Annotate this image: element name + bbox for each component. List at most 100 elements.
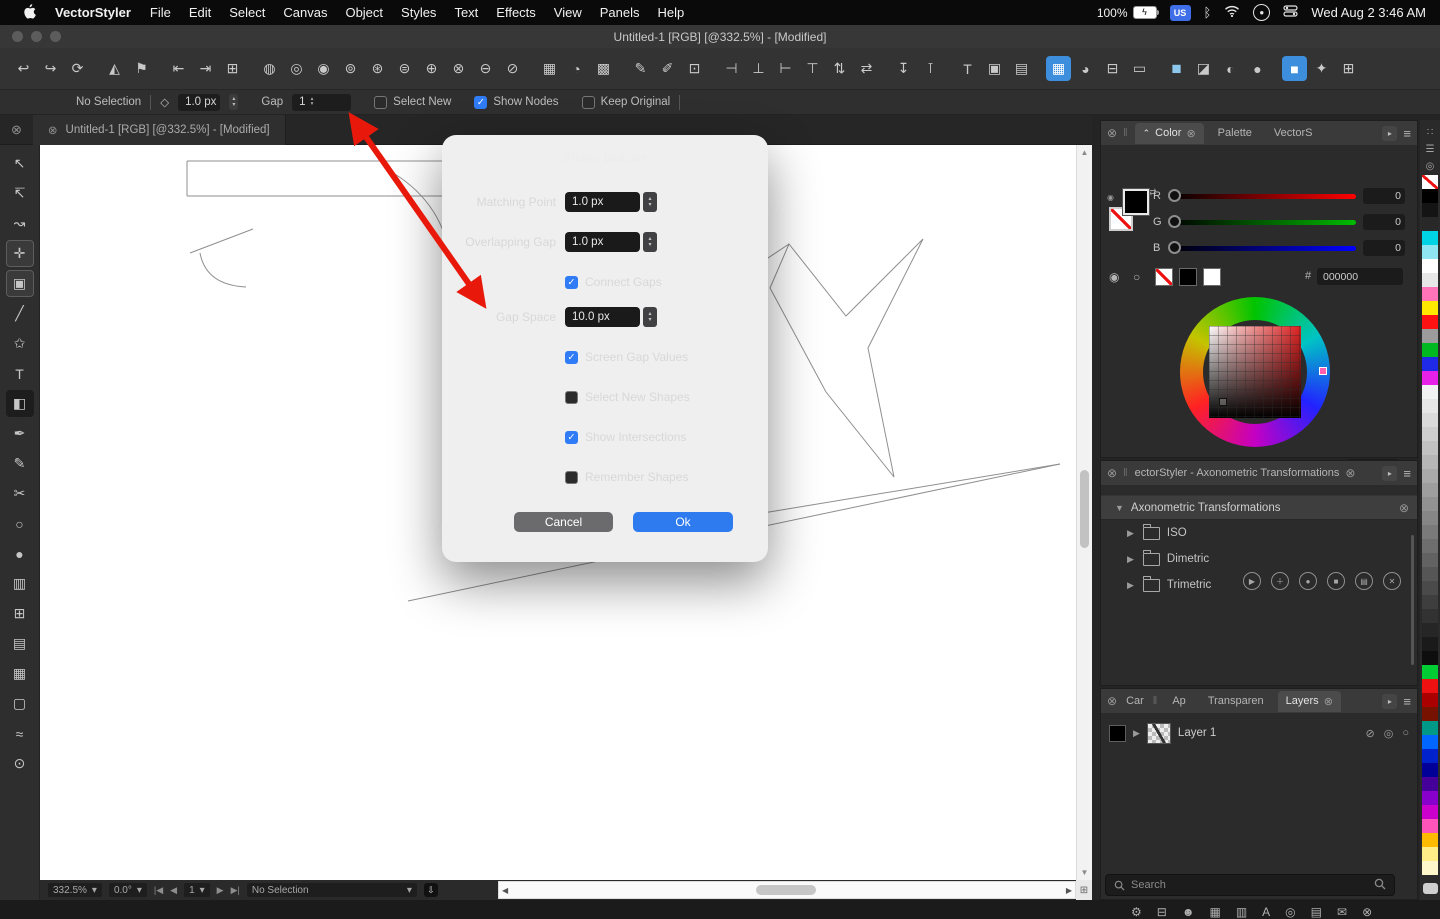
arrange-grid-icon[interactable]: ⊞ — [220, 56, 245, 81]
menu-help[interactable]: Help — [649, 5, 694, 20]
swatch-10[interactable] — [1422, 315, 1438, 329]
undo-icon[interactable]: ↩ — [11, 56, 36, 81]
layer-color-swatch[interactable] — [1109, 725, 1126, 742]
delete-icon[interactable]: ⊗ — [1362, 905, 1372, 919]
swatch-37[interactable] — [1422, 693, 1438, 707]
ellipse-tool[interactable]: ○ — [6, 510, 34, 537]
strip-grid-icon[interactable]: ∷ — [1427, 124, 1433, 141]
close-all-tabs-icon[interactable]: ⊗ — [11, 122, 22, 138]
stop-icon[interactable]: ■ — [1327, 572, 1345, 590]
shape-intersect-icon[interactable]: ◉ — [311, 56, 336, 81]
selection-info-field[interactable]: No Selection▾ — [247, 883, 417, 897]
b-slider-knob[interactable] — [1168, 241, 1181, 254]
pen-add-icon[interactable]: ✐ — [655, 56, 680, 81]
screen-gap-values-row[interactable]: Screen Gap Values — [450, 346, 760, 368]
menu-text[interactable]: Text — [445, 5, 487, 20]
text-tool[interactable]: T — [6, 360, 34, 387]
swatch-28[interactable] — [1422, 567, 1438, 581]
shape-trim-icon[interactable]: ⊜ — [392, 56, 417, 81]
fill-style-icon[interactable]: ■ — [1164, 56, 1189, 81]
swatch-0[interactable] — [1422, 175, 1438, 189]
table-icon[interactable]: ▦ — [537, 56, 562, 81]
gradient-tool[interactable]: ▥ — [6, 570, 34, 597]
show-nodes-checkbox[interactable]: Show Nodes — [474, 96, 558, 109]
text-style-icon[interactable]: T — [955, 56, 980, 81]
panel-close-icon[interactable]: ⊗ — [1107, 694, 1117, 708]
push-right-icon[interactable]: ⇥ — [193, 56, 218, 81]
image-icon[interactable]: ▤ — [1311, 905, 1322, 919]
panel-menu-icon[interactable]: ≡ — [1403, 694, 1411, 709]
zoom-window-button[interactable] — [50, 31, 61, 42]
battery-indicator[interactable]: 100% ϟ — [1097, 6, 1157, 20]
dot-icon[interactable]: ● — [1245, 56, 1270, 81]
search-input[interactable]: Search — [1131, 879, 1166, 891]
tab-vectorstyler[interactable]: VectorS — [1266, 123, 1321, 143]
shape-slice-icon[interactable]: ⊘ — [500, 56, 525, 81]
tab-palette[interactable]: Palette — [1210, 123, 1260, 143]
swatch-11[interactable] — [1422, 329, 1438, 343]
panel-scrollbar[interactable] — [1411, 535, 1414, 665]
cancel-button[interactable]: Cancel — [514, 512, 613, 532]
swatch-4[interactable] — [1422, 231, 1438, 245]
panel-drag-handle[interactable]: ‖ — [1123, 467, 1129, 479]
color-wheel[interactable] — [1180, 297, 1330, 447]
select-tool[interactable]: ↖ — [6, 150, 34, 177]
warp-tool[interactable]: ≈ — [6, 720, 34, 747]
panel-expand-icon[interactable]: ▸ — [1382, 466, 1397, 481]
scroll-right-icon[interactable]: ▶ — [1066, 886, 1072, 895]
r-value-field[interactable]: 0 — [1363, 188, 1405, 204]
flip-shape-icon[interactable]: ◭ — [102, 56, 127, 81]
tab-transparency[interactable]: Transparen — [1200, 691, 1272, 711]
swatch-38[interactable] — [1422, 707, 1438, 721]
swatch-34[interactable] — [1422, 651, 1438, 665]
remember-shapes-checkbox[interactable] — [565, 471, 578, 484]
swatch-35[interactable] — [1422, 665, 1438, 679]
swatch-5[interactable] — [1422, 245, 1438, 259]
panel-expand-icon[interactable]: ▸ — [1382, 694, 1397, 709]
distribute-horizontal-icon[interactable]: ⇄ — [854, 56, 879, 81]
close-icon[interactable]: ✕ — [1383, 572, 1401, 590]
panel-menu-icon[interactable]: ≡ — [1403, 126, 1411, 141]
panel-close-icon[interactable]: ⊗ — [1107, 126, 1117, 140]
swatch-29[interactable] — [1422, 581, 1438, 595]
white-swatch[interactable] — [1203, 268, 1221, 286]
settings-icon[interactable]: ⚙ — [1131, 905, 1142, 919]
scroll-corner-icon[interactable]: ⊞ — [1076, 880, 1092, 900]
swatch-30[interactable] — [1422, 595, 1438, 609]
sync-icon[interactable]: ⟳ — [65, 56, 90, 81]
overlapping-gap-stepper[interactable]: ▴▾ — [643, 232, 657, 252]
align-left-icon[interactable]: ⊣ — [719, 56, 744, 81]
strip-target-icon[interactable]: ◎ — [1426, 158, 1435, 175]
fill-color-swatch[interactable] — [1123, 189, 1149, 215]
panel-expand-icon[interactable]: ▸ — [1382, 126, 1397, 141]
zoom-level-field[interactable]: 332.5%▾ — [48, 883, 102, 897]
strip-sliders-icon[interactable]: ☰ — [1426, 141, 1435, 158]
tab-color[interactable]: ⌃Color⊗ — [1135, 123, 1204, 144]
menu-object[interactable]: Object — [336, 5, 392, 20]
swatch-47[interactable] — [1422, 833, 1438, 847]
swatch-36[interactable] — [1422, 679, 1438, 693]
control-center-icon[interactable] — [1283, 5, 1298, 20]
select-new-checkbox-box[interactable] — [374, 96, 387, 109]
menu-effects[interactable]: Effects — [487, 5, 545, 20]
fill-mode-icon[interactable]: ◉ — [1107, 193, 1114, 202]
swatch-45[interactable] — [1422, 805, 1438, 819]
group-close-icon[interactable]: ⊗ — [1399, 501, 1409, 515]
distribute-vertical-icon[interactable]: ⇅ — [827, 56, 852, 81]
width-field[interactable]: 1.0 px — [178, 94, 220, 111]
select-new-shapes-checkbox[interactable] — [565, 391, 578, 404]
marquee-tool[interactable]: ▣ — [6, 270, 34, 297]
swatch-8[interactable] — [1422, 287, 1438, 301]
gap-space-stepper[interactable]: ▴▾ — [643, 307, 657, 327]
swatch-12[interactable] — [1422, 343, 1438, 357]
swatch-15[interactable] — [1422, 385, 1438, 399]
stack-icon[interactable]: ⊟ — [1157, 905, 1167, 919]
shape-subtract-icon[interactable]: ◎ — [284, 56, 309, 81]
axonometric-group-row[interactable]: ▼ Axonometric Transformations ⊗ — [1101, 495, 1417, 520]
swatch-26[interactable] — [1422, 539, 1438, 553]
r-slider-knob[interactable] — [1168, 189, 1181, 202]
lock-layer-icon[interactable]: ⊘ — [1366, 727, 1375, 740]
target-icon[interactable]: ◎ — [1285, 905, 1295, 919]
node-editor-icon[interactable]: ▦ — [1046, 56, 1071, 81]
menu-panels[interactable]: Panels — [591, 5, 649, 20]
